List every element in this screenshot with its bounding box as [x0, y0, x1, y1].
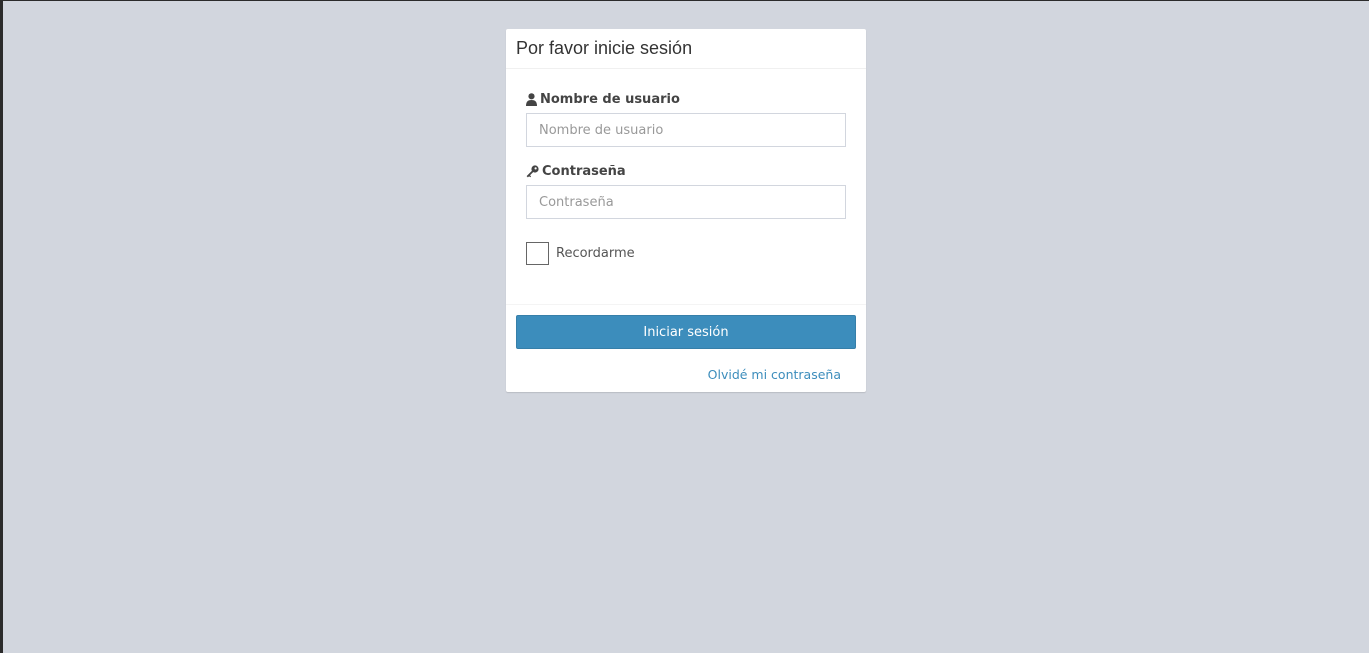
- panel-heading: Por favor inicie sesión: [506, 29, 866, 69]
- remember-me-checkbox[interactable]: [526, 241, 549, 265]
- password-label: Contraseña: [526, 161, 846, 181]
- user-icon: [526, 92, 537, 106]
- username-label-text: Nombre de usuario: [540, 91, 680, 107]
- password-input[interactable]: [526, 185, 846, 219]
- password-label-text: Contraseña: [542, 163, 626, 179]
- password-group: Contraseña: [526, 161, 846, 241]
- login-form: Nombre de usuario Contraseña Recordarme: [506, 69, 866, 265]
- username-group: Nombre de usuario: [526, 89, 846, 161]
- forgot-password-link[interactable]: Olvidé mi contraseña: [708, 367, 841, 382]
- panel-footer: Iniciar sesión Olvidé mi contraseña: [506, 304, 866, 392]
- username-label: Nombre de usuario: [526, 89, 846, 109]
- login-button[interactable]: Iniciar sesión: [516, 315, 856, 349]
- username-input[interactable]: [526, 113, 846, 147]
- window-edge-left: [0, 0, 3, 653]
- key-icon: [526, 164, 539, 178]
- panel-title: Por favor inicie sesión: [516, 38, 693, 58]
- login-panel: Por favor inicie sesión Nombre de usuari…: [506, 29, 866, 392]
- window-edge-top: [0, 0, 1369, 1]
- remember-me-row: Recordarme: [526, 241, 846, 265]
- remember-me-label[interactable]: Recordarme: [556, 246, 635, 261]
